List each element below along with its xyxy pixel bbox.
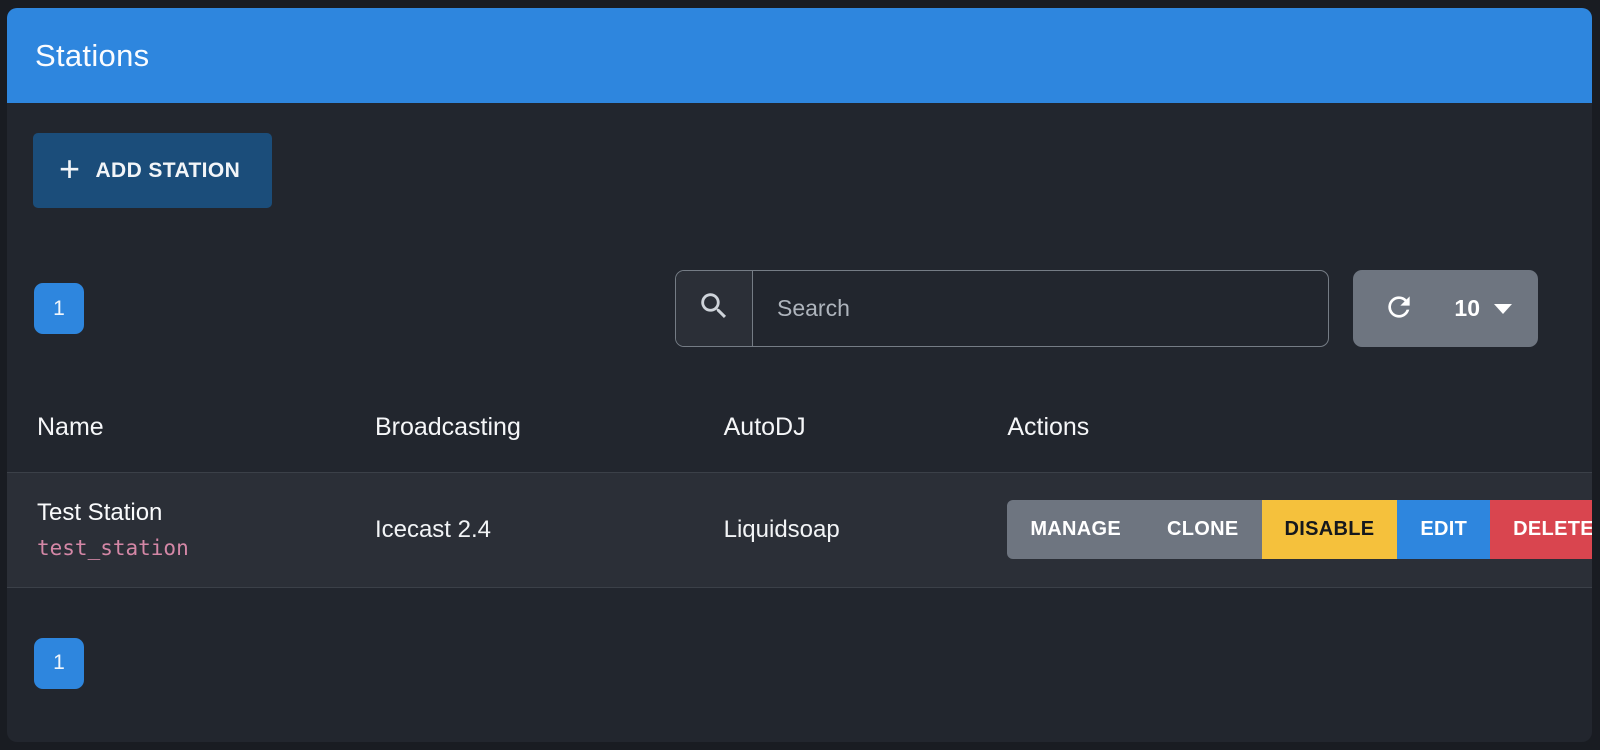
manage-button[interactable]: MANAGE bbox=[1007, 500, 1144, 559]
toolbar: 1 bbox=[31, 270, 1568, 347]
cell-autodj: Liquidsoap bbox=[700, 473, 984, 588]
search-group bbox=[675, 270, 1329, 347]
disable-button[interactable]: DISABLE bbox=[1262, 500, 1398, 559]
add-station-button[interactable]: + ADD STATION bbox=[33, 133, 272, 208]
edit-button[interactable]: EDIT bbox=[1397, 500, 1490, 559]
per-page-group: 10 bbox=[1353, 270, 1538, 347]
clone-button[interactable]: CLONE bbox=[1144, 500, 1262, 559]
stations-card: Stations + ADD STATION 1 bbox=[7, 8, 1592, 742]
station-name: Test Station bbox=[37, 497, 327, 529]
table-header-row: Name Broadcasting AutoDJ Actions bbox=[7, 391, 1592, 473]
page-title: Stations bbox=[35, 38, 149, 74]
per-page-dropdown[interactable]: 10 bbox=[1454, 295, 1512, 322]
cell-actions: MANAGE CLONE DISABLE EDIT DELETE bbox=[983, 473, 1592, 588]
pagination-page-1-bottom[interactable]: 1 bbox=[34, 638, 84, 689]
search-icon bbox=[697, 289, 731, 328]
pagination-page-1-top[interactable]: 1 bbox=[34, 283, 84, 334]
card-header: Stations bbox=[7, 8, 1592, 103]
refresh-icon bbox=[1383, 291, 1415, 326]
search-prepend bbox=[676, 271, 753, 346]
station-shortname: test_station bbox=[37, 535, 327, 562]
card-body: + ADD STATION 1 bbox=[7, 103, 1592, 347]
add-station-label: ADD STATION bbox=[95, 159, 240, 183]
plus-icon: + bbox=[59, 151, 80, 187]
delete-button[interactable]: DELETE bbox=[1490, 500, 1592, 559]
cell-name: Test Station test_station bbox=[7, 473, 351, 588]
bottom-pagination: 1 bbox=[7, 638, 1592, 689]
column-header-autodj: AutoDJ bbox=[700, 391, 984, 473]
search-input[interactable] bbox=[753, 271, 1328, 346]
row-actions-group: MANAGE CLONE DISABLE EDIT DELETE bbox=[1007, 500, 1592, 559]
cell-broadcasting: Icecast 2.4 bbox=[351, 473, 700, 588]
column-header-broadcasting: Broadcasting bbox=[351, 391, 700, 473]
table-row: Test Station test_station Icecast 2.4 Li… bbox=[7, 473, 1592, 588]
refresh-button[interactable] bbox=[1383, 291, 1415, 326]
column-header-name: Name bbox=[7, 391, 351, 473]
column-header-actions: Actions bbox=[983, 391, 1592, 473]
stations-table: Name Broadcasting AutoDJ Actions Test St… bbox=[7, 391, 1592, 588]
chevron-down-icon bbox=[1494, 304, 1512, 314]
per-page-value: 10 bbox=[1454, 295, 1480, 322]
